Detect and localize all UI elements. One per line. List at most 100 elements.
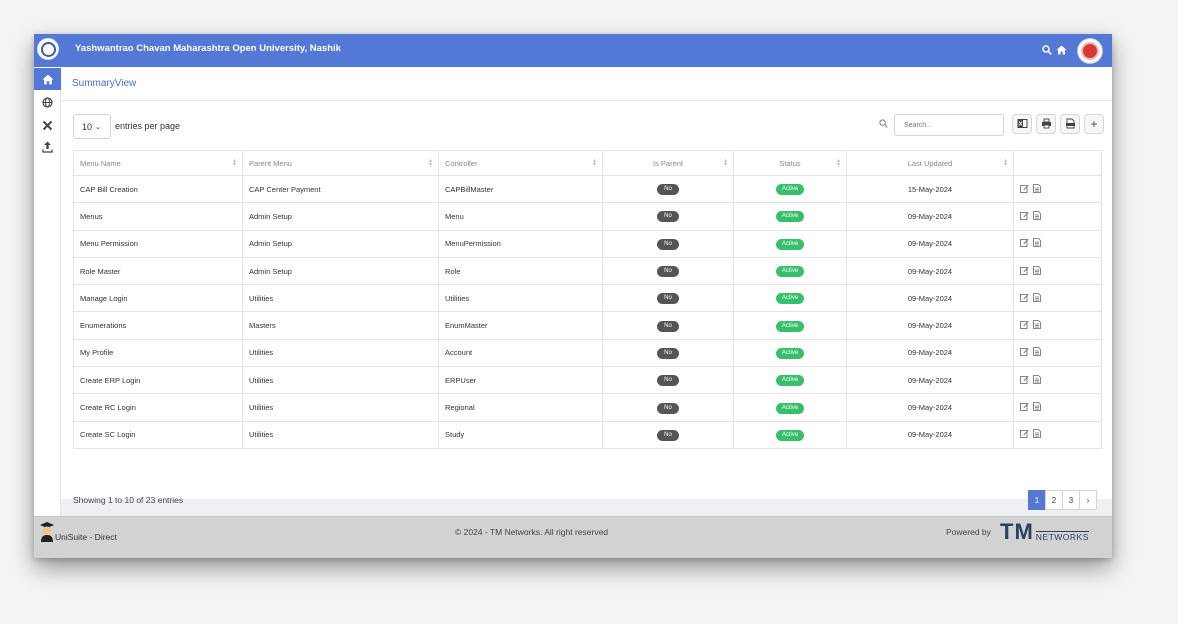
status-badge: Active xyxy=(775,429,805,441)
details-icon[interactable] xyxy=(1033,292,1041,304)
cell-menu-name: CAP Bill Creation xyxy=(73,174,243,204)
chevron-down-icon: ⌄ xyxy=(95,123,101,131)
table-row: Enumerations Masters EnumMaster No Active 09-… xyxy=(73,311,1102,340)
search-input[interactable] xyxy=(894,114,1004,136)
cell-status: Active xyxy=(733,366,847,395)
page-button-1[interactable]: 1 xyxy=(1028,490,1046,510)
cell-actions xyxy=(1013,338,1102,368)
upload-icon[interactable] xyxy=(34,136,61,158)
table-row: Create SC Login Utilities Study No Active 09-… xyxy=(73,420,1102,449)
edit-icon[interactable] xyxy=(1020,211,1029,222)
summary-panel: SummaryView 10 ⌄ entries per page + xyxy=(61,67,1112,510)
cell-controller: Menu xyxy=(438,202,603,231)
column-header-status[interactable]: Status ▴ ▾ xyxy=(733,150,847,176)
column-header-last-updated[interactable]: Last Updated ▴ ▾ xyxy=(846,150,1014,176)
sort-icon: ▴ ▾ xyxy=(592,158,596,168)
table-row: CAP Bill Creation CAP Center Payment CAPBi… xyxy=(73,174,1102,204)
entries-per-page-select[interactable]: 10 ⌄ xyxy=(73,114,111,139)
column-header-parent-menu[interactable]: Parent Menu ▴ ▾ xyxy=(242,150,439,176)
details-icon[interactable] xyxy=(1033,265,1041,277)
table-row: Role Master Admin Setup Role No Active 09-May… xyxy=(73,256,1102,286)
footer-copyright: © 2024 - TM Networks. All right reserved xyxy=(455,527,609,537)
edit-icon[interactable] xyxy=(1020,238,1029,249)
cell-controller: Role xyxy=(438,256,603,286)
edit-icon[interactable] xyxy=(1020,402,1029,413)
cell-actions xyxy=(1013,256,1102,286)
cell-parent-menu: Utilities xyxy=(242,284,439,313)
is-parent-badge: No xyxy=(657,429,679,441)
cell-controller: Study xyxy=(438,420,603,449)
status-badge: Active xyxy=(775,320,805,332)
column-header-is-parent[interactable]: Is Parent ▴ ▾ xyxy=(602,150,734,176)
cell-status: Active xyxy=(733,229,847,258)
column-header-menu-name[interactable]: Menu Name ▴ ▾ xyxy=(73,150,243,176)
footer: UniSuite - Direct © 2024 - TM Networks. … xyxy=(34,516,1112,558)
cell-parent-menu: Utilities xyxy=(242,366,439,395)
cell-menu-name: Create RC Login xyxy=(73,393,243,422)
search-icon[interactable] xyxy=(1042,45,1052,58)
globe-icon[interactable] xyxy=(34,91,61,113)
cell-actions xyxy=(1013,229,1102,258)
sidebar-home-icon[interactable] xyxy=(34,68,61,90)
cell-parent-menu: Utilities xyxy=(242,338,439,368)
pdf-icon xyxy=(1065,118,1076,131)
sort-icon: ▴ ▾ xyxy=(723,158,727,168)
home-icon[interactable] xyxy=(1056,45,1067,58)
cell-actions xyxy=(1013,174,1102,204)
is-parent-badge: No xyxy=(657,347,679,359)
print-button[interactable] xyxy=(1036,114,1056,134)
cell-actions xyxy=(1013,420,1102,449)
next-page-button[interactable]: › xyxy=(1079,490,1097,510)
column-header-controller[interactable]: Controller ▴ ▾ xyxy=(438,150,603,176)
is-parent-badge: No xyxy=(657,266,679,278)
sort-icon: ▴ ▾ xyxy=(836,158,840,168)
edit-icon[interactable] xyxy=(1020,320,1029,331)
cell-menu-name: Create SC Login xyxy=(73,420,243,449)
details-icon[interactable] xyxy=(1033,429,1041,440)
cell-controller: EnumMaster xyxy=(438,311,603,340)
add-button[interactable]: + xyxy=(1084,114,1104,134)
edit-icon[interactable] xyxy=(1020,266,1029,277)
details-icon[interactable] xyxy=(1033,402,1041,413)
page-button-3[interactable]: 3 xyxy=(1062,490,1080,510)
pagination: 1 2 3 › xyxy=(1028,490,1097,510)
details-icon[interactable] xyxy=(1033,183,1041,195)
entries-per-page-label: entries per page xyxy=(115,121,181,131)
details-icon[interactable] xyxy=(1033,238,1041,249)
cell-last-updated: 09-May-2024 xyxy=(846,256,1014,286)
edit-icon[interactable] xyxy=(1020,347,1029,358)
is-parent-badge: No xyxy=(657,402,679,414)
page-button-2[interactable]: 2 xyxy=(1045,490,1063,510)
edit-icon[interactable] xyxy=(1020,429,1029,440)
university-title: Yashwantrao Chavan Maharashtra Open Univ… xyxy=(75,43,341,54)
cell-status: Active xyxy=(733,420,847,449)
details-icon[interactable] xyxy=(1033,320,1041,331)
export-pdf-button[interactable] xyxy=(1060,114,1080,134)
user-avatar[interactable] xyxy=(1078,39,1102,63)
is-parent-badge: No xyxy=(657,211,679,223)
is-parent-badge: No xyxy=(657,320,679,332)
cell-is-parent: No xyxy=(602,284,734,313)
cell-last-updated: 09-May-2024 xyxy=(846,311,1014,340)
table-row: Manage Login Utilities Utilities No Active 09… xyxy=(73,284,1102,313)
edit-icon[interactable] xyxy=(1020,184,1029,195)
cell-status: Active xyxy=(733,284,847,313)
showing-entries-text: Showing 1 to 10 of 23 entries xyxy=(73,495,184,505)
cell-controller: Account xyxy=(438,338,603,368)
tools-icon[interactable] xyxy=(34,114,61,136)
status-badge: Active xyxy=(775,266,805,278)
table-row: Menus Admin Setup Menu No Active 09-May-2024 xyxy=(73,202,1102,231)
details-icon[interactable] xyxy=(1033,211,1041,222)
status-badge: Active xyxy=(775,238,805,250)
status-badge: Active xyxy=(775,402,805,414)
table-row: My Profile Utilities Account No Active 09-May… xyxy=(73,338,1102,368)
cell-controller: ERPUser xyxy=(438,366,603,395)
cell-menu-name: Enumerations xyxy=(73,311,243,340)
edit-icon[interactable] xyxy=(1020,293,1029,304)
export-excel-button[interactable] xyxy=(1012,114,1032,134)
details-icon[interactable] xyxy=(1033,374,1041,386)
plus-icon: + xyxy=(1090,117,1098,131)
details-icon[interactable] xyxy=(1033,347,1041,358)
status-badge: Active xyxy=(775,375,805,387)
edit-icon[interactable] xyxy=(1020,375,1029,386)
